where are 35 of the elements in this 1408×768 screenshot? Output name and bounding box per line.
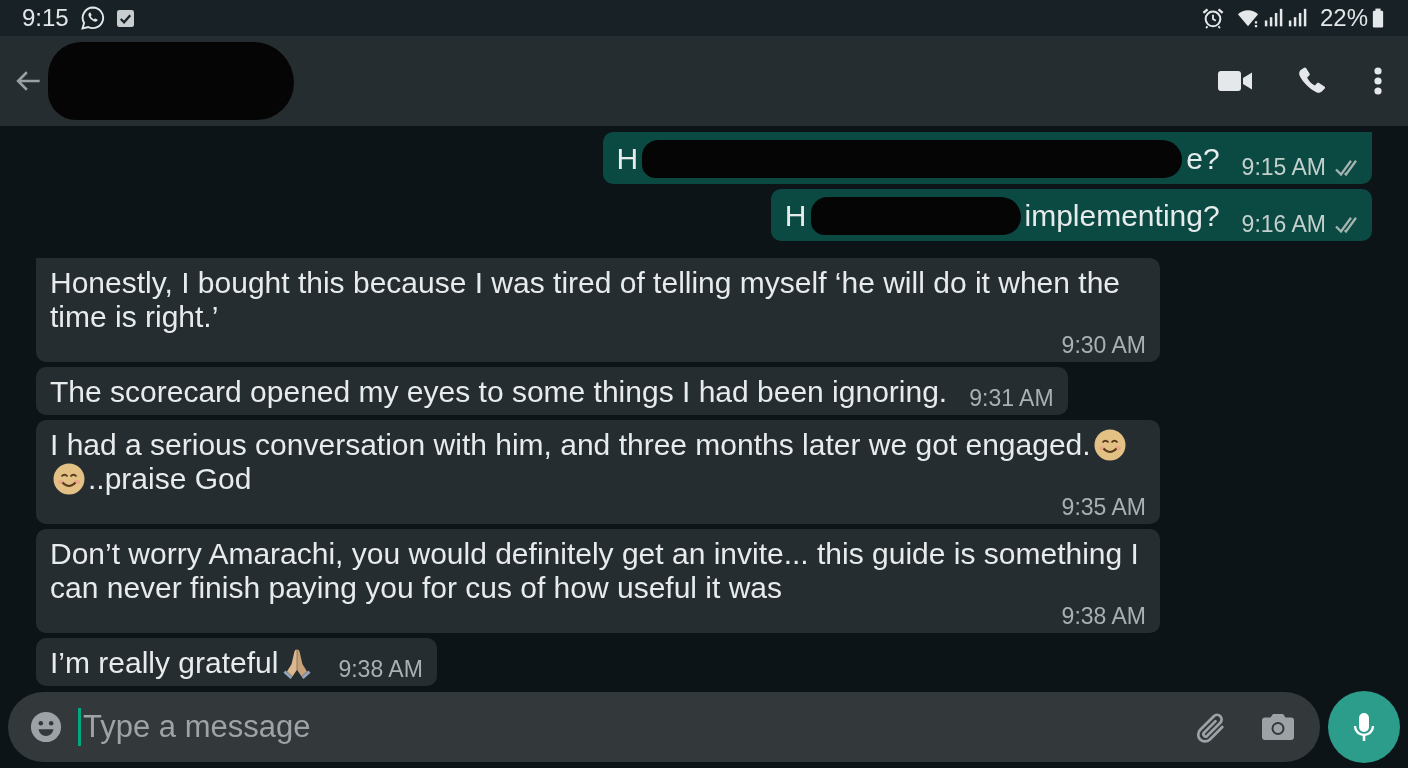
message-time: 9:38 AM — [338, 658, 423, 680]
message-text: H — [784, 199, 807, 233]
message-time: 9:16 AM — [1241, 213, 1326, 235]
message-text: e? — [1186, 142, 1220, 176]
message-text: The scorecard opened my eyes to some things I had been ignoring. — [50, 375, 948, 409]
signal-icon — [1287, 8, 1308, 28]
message-time: 9:35 AM — [1061, 496, 1146, 518]
message-time: 9:38 AM — [1061, 605, 1146, 627]
message-text: implementing? — [1024, 199, 1220, 233]
check-square-icon — [116, 9, 134, 27]
message-text: I’m really grateful — [50, 646, 279, 679]
status-time: 9:15 — [22, 4, 69, 32]
message-text: I had a serious conversation with him, and three months later we got engaged. — [50, 428, 1091, 461]
alarm-clock-icon — [1201, 7, 1224, 29]
smiley-icon[interactable] — [30, 711, 62, 743]
message-text: ..praise God — [88, 462, 252, 495]
video-camera-icon[interactable] — [1218, 68, 1252, 94]
message-text: Honestly, I bought this because I was tired of telling myself ‘he will do it when the time is right.’ — [50, 266, 1121, 334]
message-time: 9:31 AM — [969, 387, 1054, 409]
battery-percent: 22% — [1319, 4, 1368, 32]
message-time: 9:30 AM — [1061, 334, 1146, 356]
phone-icon[interactable] — [1296, 66, 1326, 96]
message-time: 9:15 AM — [1241, 156, 1326, 178]
message-text: H — [616, 142, 639, 176]
wifi-icon — [1235, 7, 1260, 29]
battery-icon — [1372, 8, 1384, 28]
message-field[interactable]: Type a message — [8, 692, 1320, 762]
camera-icon[interactable] — [1262, 712, 1294, 742]
signal-icon — [1263, 8, 1284, 28]
smiley-emoji-icon — [53, 463, 85, 495]
menu-icon[interactable] — [1374, 67, 1382, 95]
message-text: Don’t worry Amarachi, you would definitely get an invite... this guide is something I can never finish paying you for cus of how useful it was — [50, 537, 1140, 605]
microphone-icon — [1353, 713, 1375, 741]
smiley-emoji-icon — [1093, 429, 1126, 461]
whatsapp-icon — [80, 6, 105, 30]
